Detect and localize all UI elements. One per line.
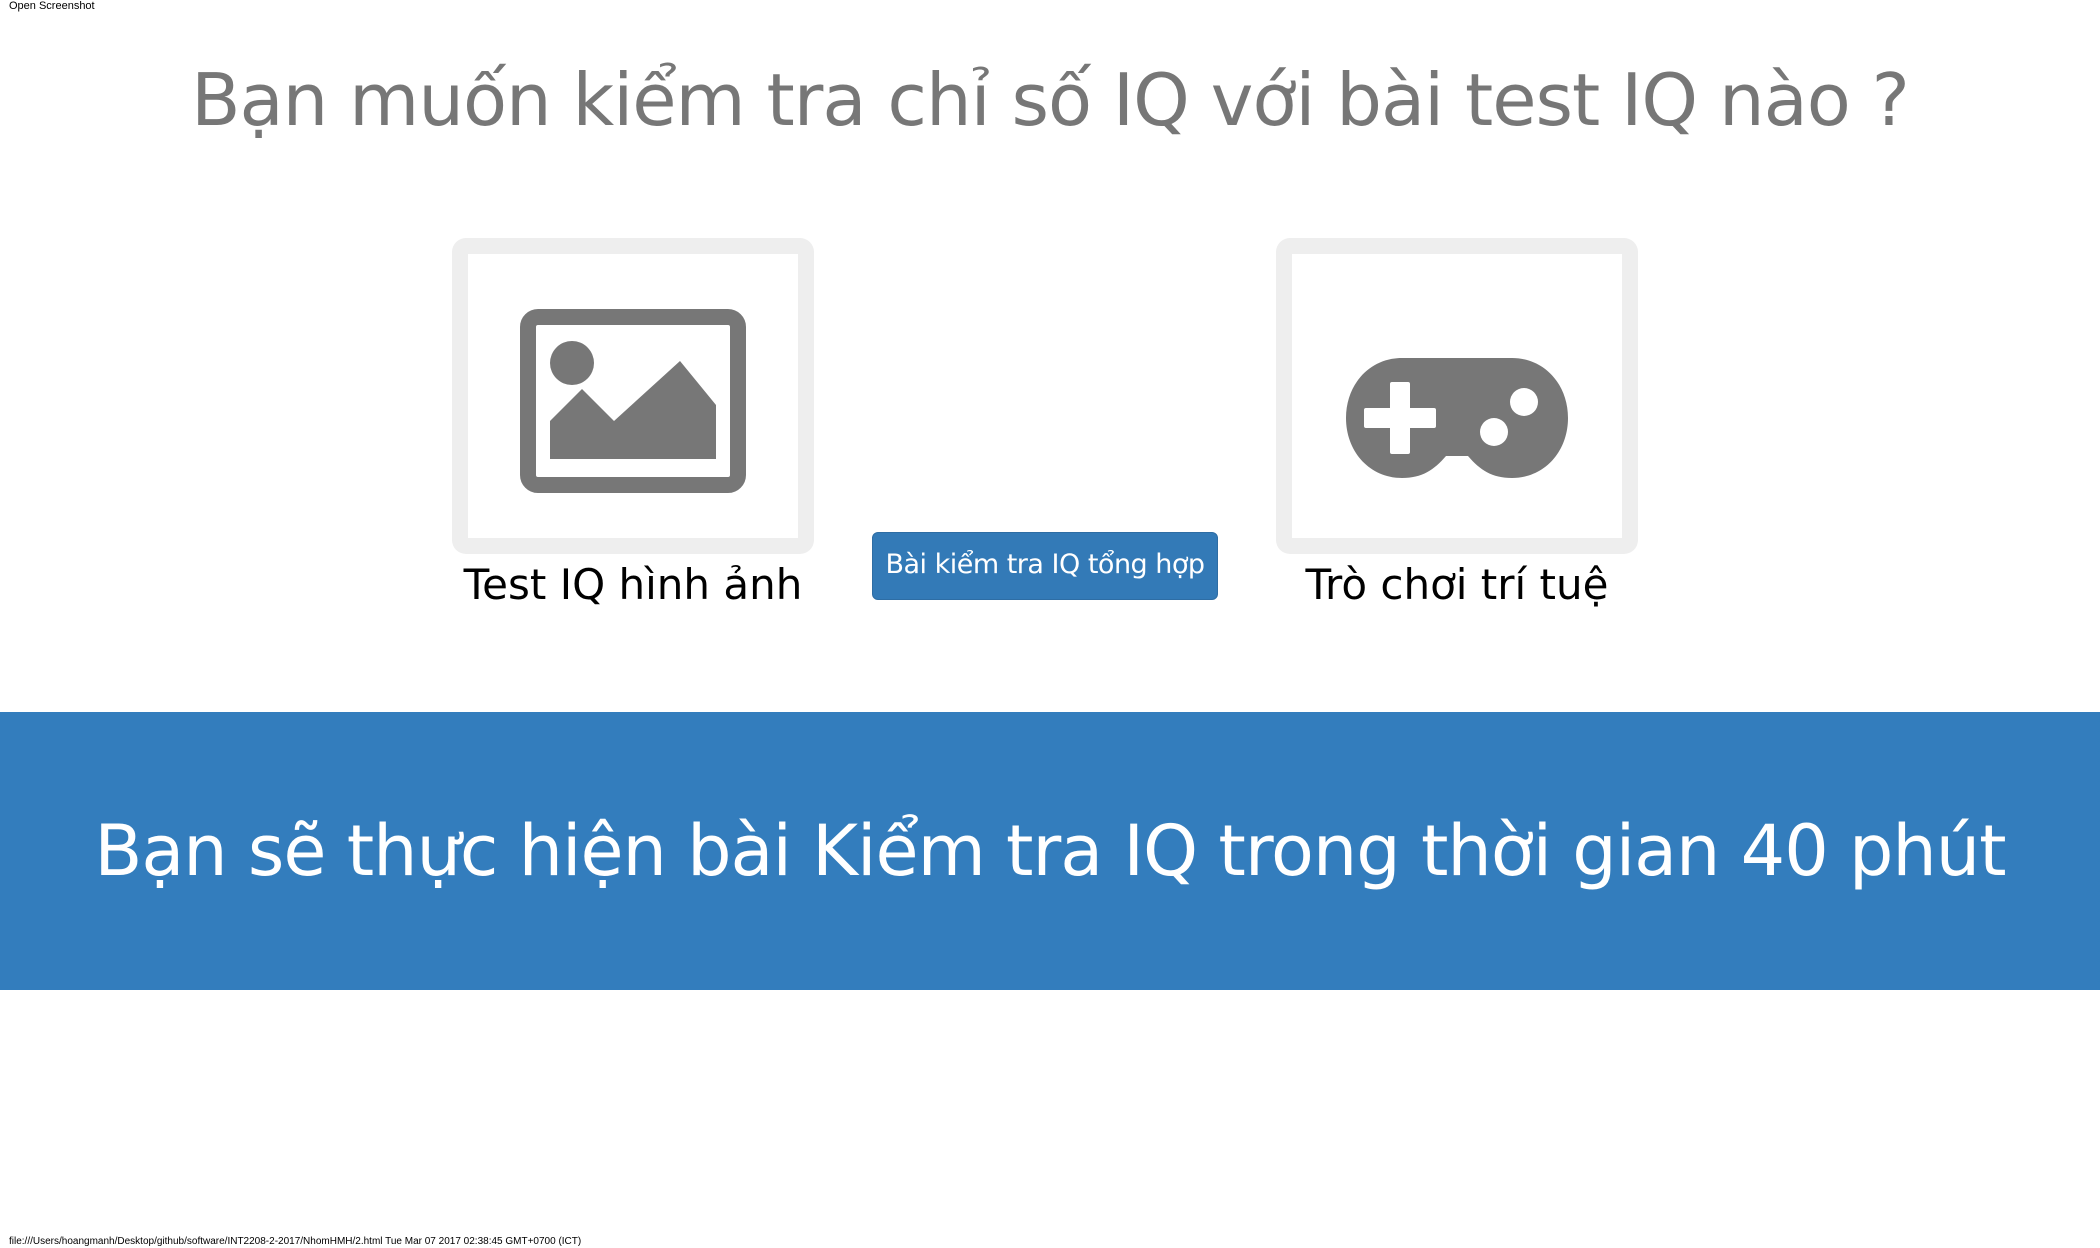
image-icon [520, 309, 746, 493]
brain-game-label[interactable]: Trò chơi trí tuệ [1276, 554, 1638, 616]
page-title: Bạn muốn kiểm tra chỉ số IQ với bài test… [191, 58, 1910, 142]
info-banner: Bạn sẽ thực hiện bài Kiểm tra IQ trong t… [0, 712, 2100, 990]
general-iq-test-button[interactable]: Bài kiểm tra IQ tổng hợp [872, 532, 1218, 600]
print-footer: file:///Users/hoangmanh/Desktop/github/s… [9, 1236, 582, 1247]
image-test-label[interactable]: Test IQ hình ảnh [452, 554, 814, 616]
print-header: Open Screenshot [9, 0, 95, 12]
banner-text: Bạn sẽ thực hiện bài Kiểm tra IQ trong t… [94, 810, 2006, 892]
gamepad-icon [1346, 358, 1568, 478]
image-test-card[interactable] [452, 238, 814, 554]
brain-game-card[interactable] [1276, 238, 1638, 554]
